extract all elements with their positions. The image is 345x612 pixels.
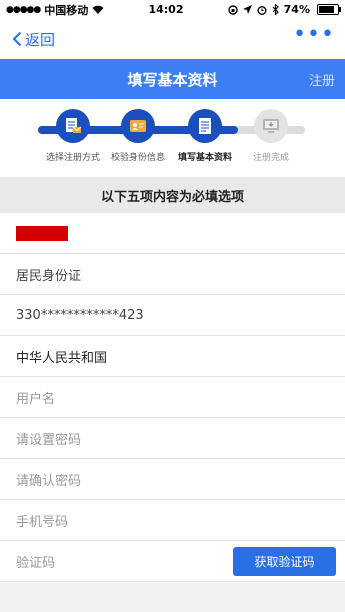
step-fill-basic-info: 填写基本资料 <box>170 109 240 163</box>
battery-percent: 74% <box>283 3 310 16</box>
nationality-field[interactable]: 中华人民共和国 <box>0 336 345 377</box>
step-label: 校验身份信息 <box>110 153 165 163</box>
page-title: 填写基本资料 <box>127 70 218 89</box>
back-button[interactable]: 返回 <box>12 29 55 50</box>
location-icon <box>242 5 252 14</box>
step-label: 选择注册方式 <box>45 153 100 163</box>
back-label: 返回 <box>25 30 56 49</box>
required-notice: 以下五项内容为必填选项 <box>0 177 345 213</box>
id-card-icon <box>121 109 155 143</box>
id-number-field[interactable]: 330************423 <box>0 295 345 336</box>
alarm-icon <box>257 5 267 15</box>
status-bar: ●●●●● 中国移动 14:02 74% <box>0 0 345 19</box>
rotation-lock-icon <box>227 4 238 15</box>
step-verify-identity: 校验身份信息 <box>103 109 173 163</box>
step-choose-method: 选择注册方式 <box>38 109 108 163</box>
bluetooth-icon <box>272 4 279 15</box>
username-input[interactable]: 用户名 <box>0 377 345 418</box>
document-mail-icon <box>56 109 90 143</box>
step-progress: 选择注册方式 校验身份信息 填写基本资料 注册完成 <box>0 99 345 177</box>
confirm-password-input[interactable]: 请确认密码 <box>0 459 345 500</box>
battery-icon <box>317 4 341 15</box>
verification-code-row: 验证码 获取验证码 <box>0 541 345 582</box>
step-label: 填写基本资料 <box>177 153 232 163</box>
nav-bar: 返回 ••• <box>0 19 345 59</box>
id-type-field[interactable]: 居民身份证 <box>0 254 345 295</box>
password-input[interactable]: 请设置密码 <box>0 418 345 459</box>
phone-input[interactable]: 手机号码 <box>0 500 345 541</box>
clock: 14:02 <box>148 3 184 16</box>
wifi-icon <box>92 5 104 14</box>
monitor-icon <box>254 109 288 143</box>
step-label: 注册完成 <box>252 153 289 163</box>
register-button[interactable]: 注册 <box>309 70 335 89</box>
more-options-button[interactable]: ••• <box>293 24 335 48</box>
get-code-button[interactable]: 获取验证码 <box>233 546 336 576</box>
page-header: 填写基本资料 注册 <box>0 59 345 99</box>
signal-icon: ●●●●● <box>6 4 41 15</box>
form-icon <box>188 109 222 143</box>
name-field[interactable] <box>0 213 345 254</box>
verification-code-input[interactable]: 验证码 <box>16 552 55 571</box>
carrier-label: 中国移动 <box>44 3 89 17</box>
step-complete: 注册完成 <box>236 109 306 163</box>
chevron-left-icon <box>12 31 22 47</box>
redacted-name <box>16 225 68 241</box>
